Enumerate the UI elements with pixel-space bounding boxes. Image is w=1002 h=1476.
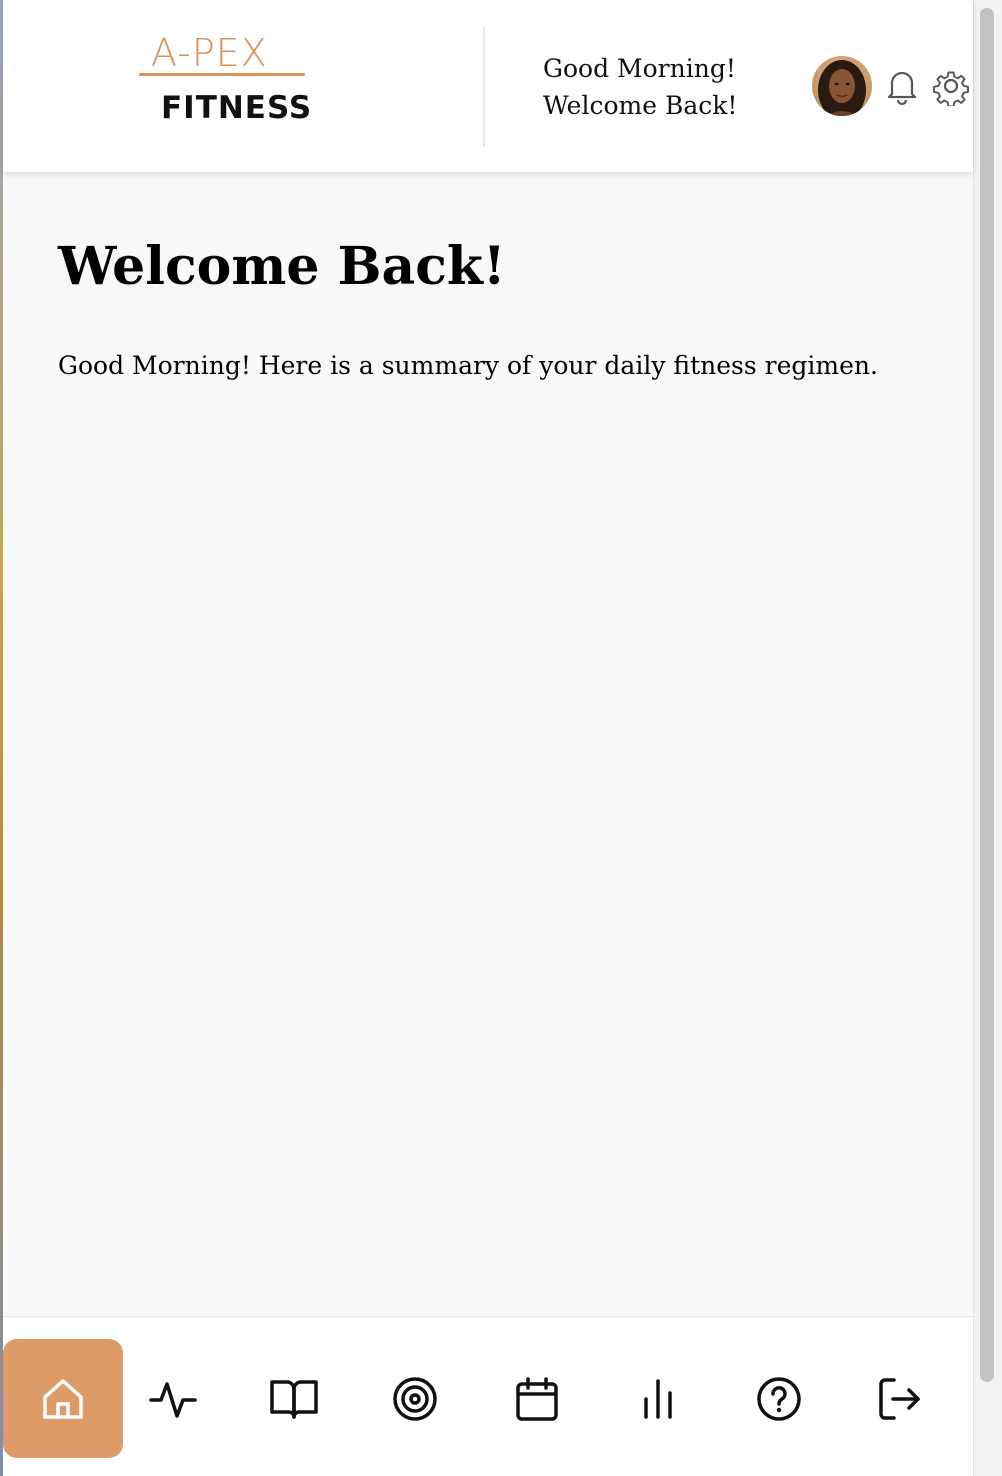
nav-help[interactable] [719,1339,839,1458]
nav-logout[interactable] [840,1339,960,1458]
nav-home[interactable] [3,1339,123,1458]
avatar-image [812,56,872,116]
calendar-icon [516,1376,558,1421]
home-icon [43,1378,83,1419]
logout-icon [879,1377,920,1420]
activity-icon [149,1381,197,1418]
nav-stats[interactable] [598,1339,718,1458]
nav-calendar[interactable] [477,1339,597,1458]
header-greeting: Good Morning! Welcome Back! [543,50,773,124]
header-divider [483,27,485,147]
greeting-line-1: Good Morning! [543,54,736,83]
page-title: Welcome Back! [58,236,506,297]
scrollbar-thumb[interactable] [980,8,994,1382]
page-subtitle: Good Morning! Here is a summary of your … [58,351,878,380]
gear-icon [933,71,969,106]
logo-bottom-text: FITNESS [161,90,313,126]
brand-logo[interactable]: A-PEX FITNESS [137,28,311,132]
book-icon [270,1379,318,1419]
main-content: Welcome Back! Good Morning! Here is a su… [18,172,956,1316]
app-window: A-PEX FITNESS Good Morning! Welcome Back… [0,0,1002,1476]
bar-chart-icon [644,1378,672,1419]
target-icon [393,1376,437,1421]
settings-button[interactable] [931,65,971,107]
bottom-nav [3,1316,973,1476]
nav-library[interactable] [234,1339,354,1458]
logo-underline [139,73,305,76]
greeting-line-2: Welcome Back! [543,91,738,120]
nav-activity[interactable] [113,1339,233,1458]
bell-icon [887,71,917,106]
avatar[interactable] [812,56,872,116]
notifications-button[interactable] [882,65,922,107]
top-header: A-PEX FITNESS Good Morning! Welcome Back… [3,0,973,172]
nav-goals[interactable] [355,1339,475,1458]
help-icon [757,1376,801,1421]
logo-top-text: A-PEX [151,31,268,75]
